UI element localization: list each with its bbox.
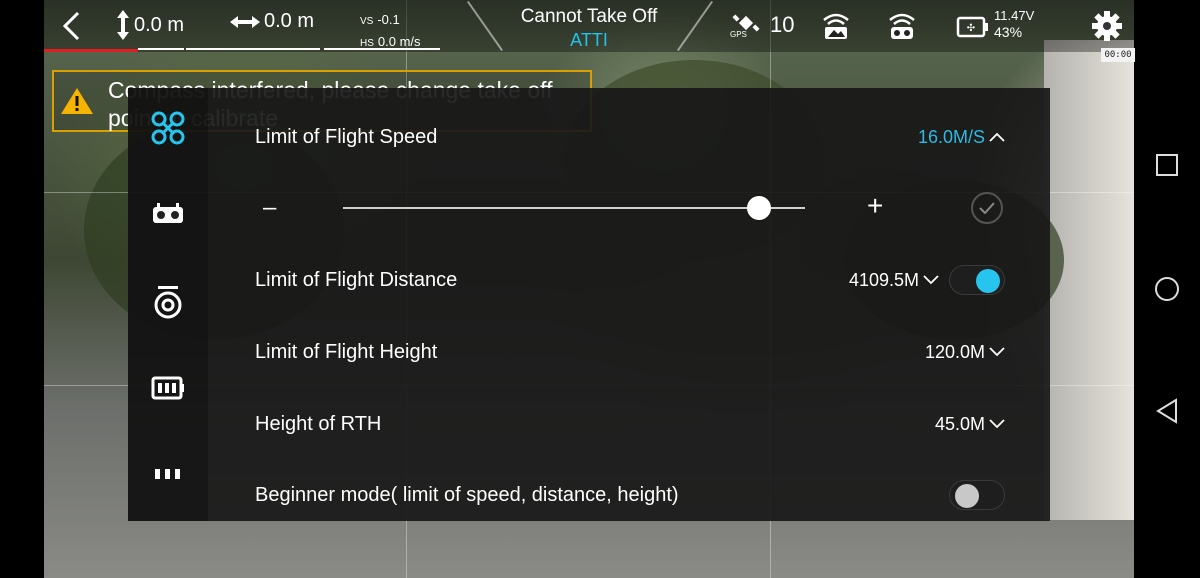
camera-gimbal-icon[interactable] [148, 282, 188, 322]
flight-distance-label: Limit of Flight Distance [255, 268, 458, 291]
rth-height-row[interactable]: Height of RTH 45.0M [255, 404, 1005, 444]
beginner-mode-label: Beginner mode( limit of speed, distance,… [255, 483, 679, 506]
rth-height-value[interactable]: 45.0M [935, 414, 1005, 435]
altitude-value: 0.0 m [134, 13, 185, 36]
battery-percent: 43% [994, 24, 1023, 40]
distance-indicator: 0.0 m [230, 10, 314, 33]
flight-distance-value[interactable]: 4109.5M [849, 265, 1005, 295]
drone-icon[interactable] [148, 108, 188, 148]
flight-height-value[interactable]: 120.0M [925, 342, 1005, 363]
speed-readout: VS -0.1 HS 0.0 m/s [360, 10, 421, 54]
chevron-down-icon [989, 347, 1005, 357]
hs-label: HS [360, 38, 374, 49]
battery-icon[interactable] [148, 368, 188, 408]
gear-icon [1092, 11, 1122, 41]
recording-timer: 00:00 [1101, 48, 1135, 62]
satellite-icon: GPS [730, 10, 762, 40]
takeoff-status-text: Cannot Take Off [520, 6, 658, 27]
chevron-up-icon [989, 132, 1005, 142]
vs-value: -0.1 [377, 12, 400, 27]
decrease-button[interactable]: – [263, 194, 276, 222]
flight-status[interactable]: Cannot Take Off ATTI [484, 6, 694, 51]
left-system-bar [0, 0, 44, 578]
warning-icon [60, 86, 94, 121]
gps-label: GPS [730, 30, 747, 39]
remote-controller-icon[interactable] [148, 194, 188, 234]
underline [138, 48, 184, 50]
circle-icon [1155, 277, 1179, 301]
flight-speed-value[interactable]: 16.0M/S [918, 127, 1005, 148]
distance-value: 0.0 m [264, 10, 315, 32]
gps-indicator[interactable]: GPS 10 [730, 10, 794, 40]
horizontal-arrow-icon [230, 15, 260, 28]
confirm-button[interactable] [971, 192, 1003, 224]
satellite-count: 10 [770, 12, 795, 37]
settings-button[interactable] [1091, 10, 1123, 42]
beginner-mode-toggle[interactable] [949, 480, 1005, 510]
rth-height-label: Height of RTH [255, 412, 382, 435]
chevron-down-icon [923, 275, 939, 285]
underline [186, 48, 320, 50]
flight-speed-slider[interactable]: – + [255, 188, 1005, 228]
chevron-down-icon [989, 419, 1005, 429]
more-icon[interactable] [148, 454, 188, 494]
flight-mode-text: ATTI [570, 30, 608, 50]
rth-height-value-text: 45.0M [934, 413, 985, 434]
slider-thumb[interactable] [746, 196, 771, 220]
settings-sidebar [128, 88, 208, 521]
chevron-left-icon [62, 11, 80, 41]
vs-label: VS [360, 16, 374, 27]
status-bar: 0.0 m 0.0 m VS -0.1 HS 0.0 m/s Cannot Take… [44, 0, 1135, 62]
rc-signal-icon[interactable] [886, 12, 918, 40]
svg-text:✣: ✣ [967, 23, 975, 34]
beginner-mode-row[interactable]: Beginner mode( limit of speed, distance,… [255, 475, 1005, 515]
android-back-button[interactable] [1152, 396, 1182, 426]
alert-indicator-line [44, 49, 138, 52]
android-nav-bar [1134, 0, 1200, 578]
flight-height-value-text: 120.0M [924, 341, 985, 362]
square-icon [1156, 154, 1178, 176]
home-button[interactable] [1152, 274, 1182, 304]
flight-distance-row[interactable]: Limit of Flight Distance 4109.5M [255, 260, 1005, 300]
check-icon [979, 202, 995, 214]
toggle-knob [976, 269, 1000, 293]
triangle-back-icon [1156, 398, 1177, 424]
image-transmission-icon[interactable] [820, 12, 852, 40]
flight-speed-label: Limit of Flight Speed [255, 125, 438, 148]
flight-speed-value-text: 16.0M/S [917, 126, 985, 147]
back-button[interactable] [60, 10, 82, 42]
distance-limit-toggle[interactable] [949, 265, 1005, 295]
hs-value: 0.0 m/s [377, 34, 421, 49]
flight-distance-value-text: 4109.5M [848, 269, 919, 290]
flight-speed-row[interactable]: Limit of Flight Speed 16.0M/S [255, 117, 1005, 157]
recent-apps-button[interactable] [1152, 150, 1182, 180]
toggle-knob [955, 484, 979, 508]
battery-voltage: 11.47V [994, 8, 1035, 23]
battery-readout: 11.47V 43% [994, 7, 1034, 41]
altitude-indicator: 0.0 m [116, 10, 184, 40]
flight-height-row[interactable]: Limit of Flight Height 120.0M [255, 332, 1005, 372]
vertical-arrow-icon [117, 10, 129, 40]
flight-height-label: Limit of Flight Height [255, 340, 438, 363]
increase-button[interactable]: + [867, 190, 883, 222]
drone-battery-icon[interactable]: ✣ [956, 14, 990, 40]
slider-track[interactable] [343, 207, 805, 209]
aircraft-settings-panel: Limit of Flight Speed 16.0M/S – + Limit … [128, 88, 1050, 521]
